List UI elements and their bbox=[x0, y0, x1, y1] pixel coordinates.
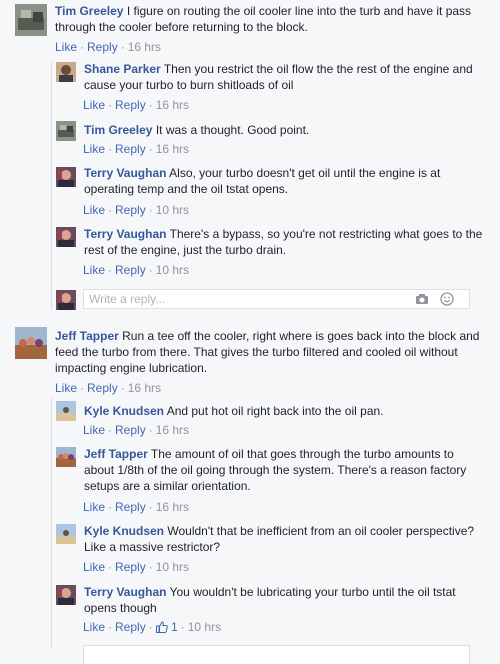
reply-button[interactable]: Reply bbox=[115, 620, 146, 634]
like-count-value: 1 bbox=[171, 620, 178, 634]
avatar[interactable] bbox=[56, 401, 76, 421]
reply-button[interactable]: Reply bbox=[87, 381, 118, 395]
comment-text: And put hot oil right back into the oil … bbox=[166, 404, 384, 418]
camera-icon[interactable] bbox=[415, 292, 429, 306]
avatar[interactable] bbox=[56, 447, 76, 467]
reply-button[interactable]: Reply bbox=[87, 40, 118, 54]
reply-button[interactable]: Reply bbox=[115, 98, 146, 112]
reply-button[interactable]: Reply bbox=[115, 142, 146, 156]
timestamp[interactable]: 16 hrs bbox=[156, 98, 189, 112]
comment-author[interactable]: Kyle Knudsen bbox=[84, 524, 164, 538]
comment-text: Run a tee off the cooler, right where is… bbox=[55, 329, 480, 375]
comment-author[interactable]: Terry Vaughan bbox=[84, 227, 166, 241]
comment-author[interactable]: Terry Vaughan bbox=[84, 166, 166, 180]
reply-button[interactable]: Reply bbox=[115, 423, 146, 437]
comment-author[interactable]: Kyle Knudsen bbox=[84, 404, 164, 418]
avatar[interactable] bbox=[56, 524, 76, 544]
thumbs-up-icon bbox=[155, 621, 168, 633]
reply-composer bbox=[83, 289, 470, 309]
like-count[interactable]: 1 bbox=[155, 620, 178, 634]
like-button[interactable]: Like bbox=[83, 500, 105, 514]
avatar[interactable] bbox=[56, 585, 76, 605]
timestamp[interactable]: 10 hrs bbox=[156, 203, 189, 217]
like-button[interactable]: Like bbox=[83, 203, 105, 217]
avatar bbox=[56, 290, 76, 310]
reply-input[interactable] bbox=[89, 292, 409, 306]
timestamp[interactable]: 16 hrs bbox=[156, 142, 189, 156]
timestamp[interactable]: 16 hrs bbox=[128, 40, 161, 54]
avatar[interactable] bbox=[56, 167, 76, 187]
reply-button[interactable]: Reply bbox=[115, 263, 146, 277]
comment-author[interactable]: Tim Greeley bbox=[55, 4, 123, 18]
timestamp[interactable]: 10 hrs bbox=[188, 620, 221, 634]
like-button[interactable]: Like bbox=[55, 40, 77, 54]
like-button[interactable]: Like bbox=[83, 423, 105, 437]
avatar[interactable] bbox=[15, 4, 47, 36]
comment-author[interactable]: Tim Greeley bbox=[84, 123, 152, 137]
comment-author[interactable]: Jeff Tapper bbox=[84, 447, 148, 461]
timestamp[interactable]: 10 hrs bbox=[156, 560, 189, 574]
emoji-icon[interactable] bbox=[440, 292, 454, 306]
timestamp[interactable]: 16 hrs bbox=[156, 423, 189, 437]
timestamp[interactable]: 16 hrs bbox=[156, 500, 189, 514]
like-button[interactable]: Like bbox=[83, 142, 105, 156]
comment-author[interactable]: Jeff Tapper bbox=[55, 329, 119, 343]
reply-thread-line bbox=[51, 398, 52, 648]
timestamp[interactable]: 16 hrs bbox=[128, 381, 161, 395]
timestamp[interactable]: 10 hrs bbox=[156, 263, 189, 277]
avatar[interactable] bbox=[15, 327, 47, 359]
like-button[interactable]: Like bbox=[83, 560, 105, 574]
like-button[interactable]: Like bbox=[83, 620, 105, 634]
reply-button[interactable]: Reply bbox=[115, 203, 146, 217]
like-button[interactable]: Like bbox=[83, 98, 105, 112]
comment-text: It was a thought. Good point. bbox=[155, 123, 310, 137]
reply-button[interactable]: Reply bbox=[115, 500, 146, 514]
comment-author[interactable]: Terry Vaughan bbox=[84, 585, 166, 599]
like-button[interactable]: Like bbox=[83, 263, 105, 277]
avatar[interactable] bbox=[56, 62, 76, 82]
like-button[interactable]: Like bbox=[55, 381, 77, 395]
reply-button[interactable]: Reply bbox=[115, 560, 146, 574]
avatar[interactable] bbox=[56, 227, 76, 247]
reply-thread-line bbox=[51, 60, 52, 310]
avatar[interactable] bbox=[56, 121, 76, 141]
comment-author[interactable]: Shane Parker bbox=[84, 62, 161, 76]
